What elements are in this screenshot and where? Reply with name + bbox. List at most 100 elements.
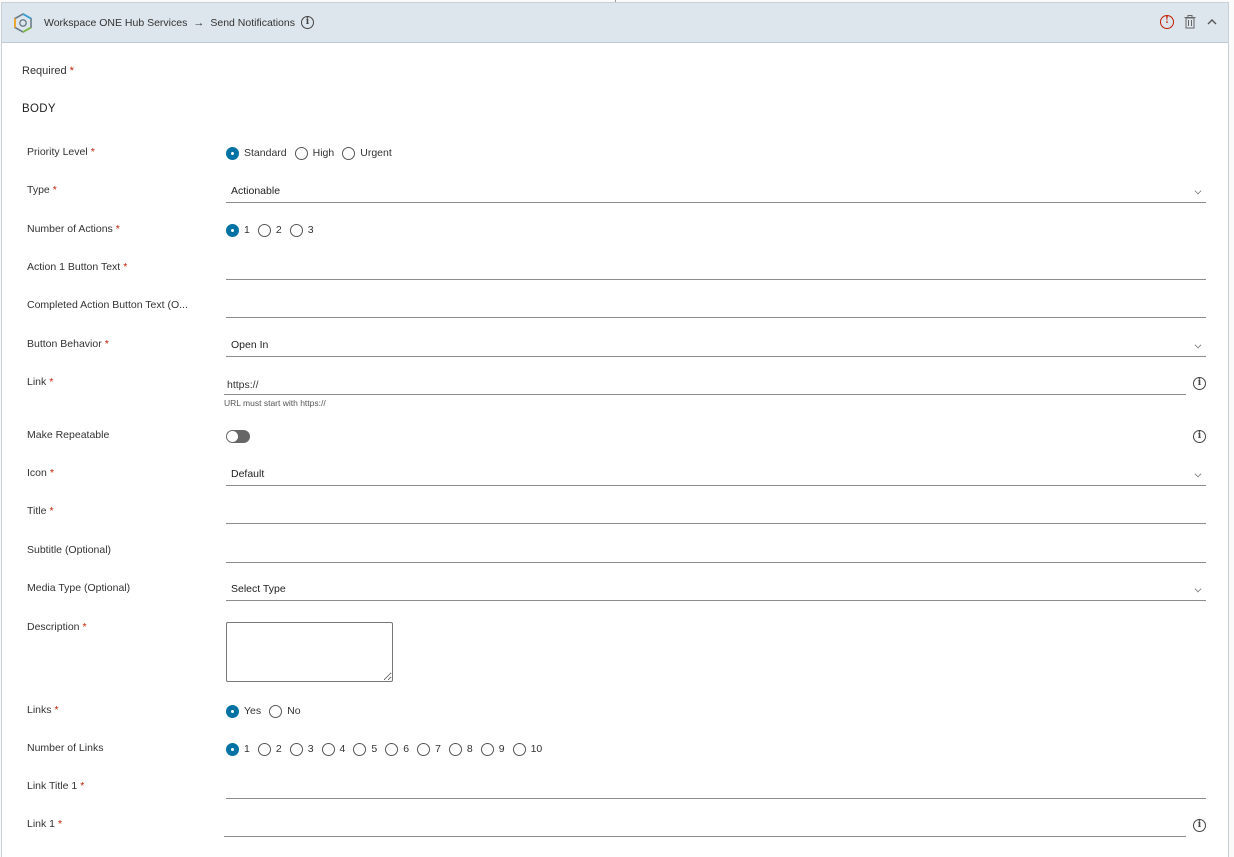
radio-icon[interactable] xyxy=(448,742,462,756)
media-type-label: Media Type (Optional) xyxy=(27,582,131,594)
radio-selected-icon[interactable] xyxy=(226,223,239,237)
priority-radio-group: Standard High Urgent xyxy=(226,141,1206,165)
radio-selected-icon[interactable] xyxy=(226,742,239,756)
subtitle-row: Subtitle (Optional) xyxy=(27,539,1206,563)
header-actions: ! xyxy=(1160,15,1218,29)
link-1-label: Link 1 * xyxy=(27,818,63,830)
title-row: Title * xyxy=(27,500,1206,524)
num-actions-row: Number of Actions * 1 2 3 xyxy=(27,218,1206,242)
num-actions-option-3[interactable]: 3 xyxy=(289,223,314,237)
links-option-yes[interactable]: Yes xyxy=(226,704,261,718)
chevron-down-icon xyxy=(1194,470,1202,478)
type-row: Type * Actionable xyxy=(27,179,1206,203)
radio-selected-icon[interactable] xyxy=(226,146,239,160)
radio-icon[interactable] xyxy=(321,742,335,756)
link-info-icon[interactable]: i xyxy=(1193,377,1206,390)
num-links-option-10[interactable]: 10 xyxy=(512,742,542,756)
link-1-row: Link 1 * i xyxy=(27,813,1206,837)
num-links-option-7[interactable]: 7 xyxy=(417,742,441,756)
breadcrumb: Workspace ONE Hub Services → Send Notifi… xyxy=(44,16,314,29)
radio-icon[interactable] xyxy=(353,742,367,756)
link-1-input[interactable] xyxy=(224,813,1186,835)
info-icon[interactable]: i xyxy=(301,16,314,29)
links-row: Links * Yes No xyxy=(27,699,1206,723)
breadcrumb-page: Send Notifications xyxy=(210,16,295,29)
panel-header[interactable]: Workspace ONE Hub Services → Send Notifi… xyxy=(2,3,1228,43)
radio-icon[interactable] xyxy=(342,146,356,160)
radio-icon[interactable] xyxy=(385,742,399,756)
required-star: * xyxy=(69,65,74,77)
num-links-option-3[interactable]: 3 xyxy=(289,742,314,756)
radio-icon[interactable] xyxy=(294,146,308,160)
media-type-row: Media Type (Optional) Select Type xyxy=(27,577,1206,601)
num-links-option-1[interactable]: 1 xyxy=(226,742,250,756)
chevron-down-icon xyxy=(1194,187,1202,195)
priority-row: Priority Level * Standard High Urgent xyxy=(27,141,1206,165)
priority-option-high[interactable]: High xyxy=(294,146,334,160)
num-actions-option-1[interactable]: 1 xyxy=(226,223,250,237)
completed-text-row: Completed Action Button Text (O... xyxy=(27,294,1206,318)
error-icon[interactable]: ! xyxy=(1160,15,1174,29)
make-repeatable-info-icon[interactable]: i xyxy=(1193,430,1206,443)
radio-icon[interactable] xyxy=(480,742,494,756)
button-behavior-select[interactable]: Open In xyxy=(226,333,1206,357)
links-option-no[interactable]: No xyxy=(269,704,301,718)
make-repeatable-row: Make Repeatable i xyxy=(27,424,1206,448)
media-type-select[interactable]: Select Type xyxy=(226,577,1206,601)
link-title-1-label: Link Title 1 * xyxy=(27,780,85,792)
num-links-option-2[interactable]: 2 xyxy=(257,742,282,756)
radio-icon[interactable] xyxy=(512,742,526,756)
link-title-1-input[interactable] xyxy=(226,775,1206,797)
section-title-body: BODY xyxy=(22,103,56,115)
links-radio-group: Yes No xyxy=(226,699,1206,723)
num-links-option-5[interactable]: 5 xyxy=(353,742,377,756)
completed-text-label: Completed Action Button Text (O... xyxy=(27,299,188,311)
num-links-option-4[interactable]: 4 xyxy=(321,742,345,756)
radio-selected-icon[interactable] xyxy=(226,704,239,718)
link-label: Link * xyxy=(27,376,54,388)
radio-icon[interactable] xyxy=(257,742,271,756)
icon-row: Icon * Default xyxy=(27,462,1206,486)
hub-services-logo-icon xyxy=(14,13,32,33)
num-links-row: Number of Links 1 2 3 4 5 6 7 8 9 10 xyxy=(27,737,1206,761)
num-actions-label: Number of Actions * xyxy=(27,223,120,235)
radio-icon[interactable] xyxy=(417,742,431,756)
action1-text-input[interactable] xyxy=(226,256,1206,278)
title-label: Title * xyxy=(27,505,54,517)
button-behavior-label: Button Behavior * xyxy=(27,338,109,350)
radio-icon[interactable] xyxy=(289,223,303,237)
priority-option-urgent[interactable]: Urgent xyxy=(342,146,392,160)
num-links-option-8[interactable]: 8 xyxy=(448,742,473,756)
radio-icon[interactable] xyxy=(269,704,283,718)
send-notifications-panel: Workspace ONE Hub Services → Send Notifi… xyxy=(1,2,1229,857)
completed-text-input[interactable] xyxy=(226,294,1206,316)
button-behavior-row: Button Behavior * Open In xyxy=(27,333,1206,357)
link-1-info-icon[interactable]: i xyxy=(1193,819,1206,832)
title-input[interactable] xyxy=(226,500,1206,522)
num-links-option-6[interactable]: 6 xyxy=(385,742,409,756)
breadcrumb-app[interactable]: Workspace ONE Hub Services xyxy=(44,17,187,29)
subtitle-label: Subtitle (Optional) xyxy=(27,544,112,556)
make-repeatable-toggle[interactable] xyxy=(226,430,250,443)
type-select[interactable]: Actionable xyxy=(226,179,1206,203)
radio-icon[interactable] xyxy=(289,742,303,756)
links-label: Links * xyxy=(27,704,59,716)
chevron-down-icon xyxy=(1194,585,1202,593)
num-actions-option-2[interactable]: 2 xyxy=(257,223,282,237)
description-label: Description * xyxy=(27,621,87,633)
num-links-label: Number of Links xyxy=(27,742,104,754)
icon-select[interactable]: Default xyxy=(226,462,1206,486)
radio-icon[interactable] xyxy=(257,223,271,237)
priority-option-standard[interactable]: Standard xyxy=(226,146,287,160)
action1-text-label: Action 1 Button Text * xyxy=(27,261,128,273)
make-repeatable-label: Make Repeatable xyxy=(27,429,110,441)
chevron-up-icon[interactable] xyxy=(1206,16,1218,28)
trash-icon[interactable] xyxy=(1184,15,1196,29)
link-row: Link* URL must start with https:// i xyxy=(27,371,1206,411)
num-links-option-9[interactable]: 9 xyxy=(480,742,505,756)
subtitle-input[interactable] xyxy=(226,539,1206,561)
chevron-down-icon xyxy=(1194,341,1202,349)
link-input[interactable] xyxy=(224,371,1186,393)
description-textarea[interactable] xyxy=(226,622,393,682)
required-text: Required xyxy=(22,65,67,77)
